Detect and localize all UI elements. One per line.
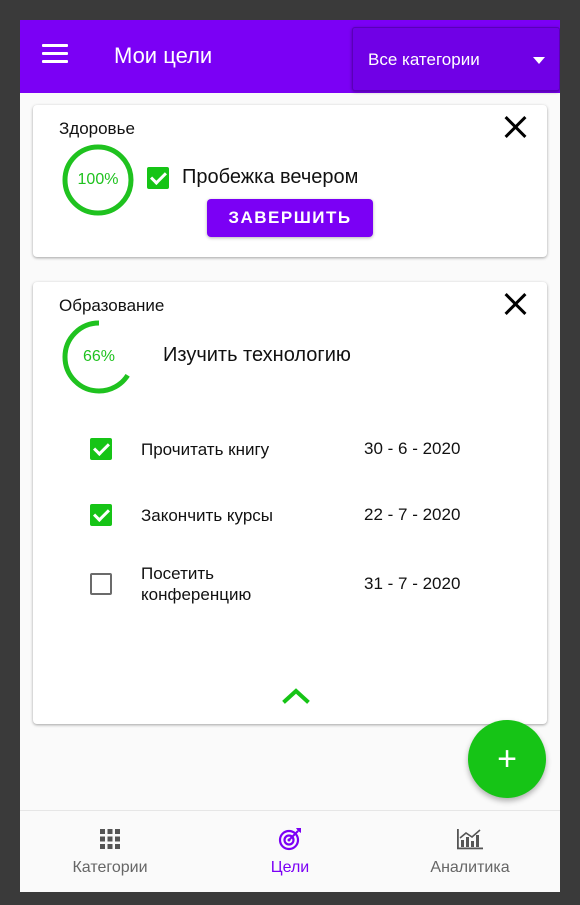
app-bar: Мои цели Все категории [20, 20, 560, 93]
target-icon [278, 828, 301, 851]
subtask-label: Посетить конференцию [141, 563, 251, 605]
goal-category-label: Здоровье [59, 119, 135, 138]
progress-ring: 66% [61, 319, 137, 395]
bottom-navigation: Категории Цели Аналитика [20, 810, 560, 892]
nav-item-label: Аналитика [430, 859, 510, 876]
subtask-date: 30 - 6 - 2020 [364, 439, 461, 458]
dropdown-arrow-icon [533, 57, 545, 64]
subtask-checkbox[interactable] [90, 504, 112, 526]
page-title: Мои цели [114, 43, 213, 68]
subtask-checkbox[interactable] [90, 573, 112, 595]
close-icon[interactable] [503, 292, 527, 316]
nav-item-goals[interactable]: Цели [200, 811, 380, 892]
close-icon[interactable] [503, 115, 527, 139]
finish-button[interactable]: ЗАВЕРШИТЬ [207, 199, 373, 237]
chevron-up-icon[interactable] [282, 688, 310, 704]
nav-item-label: Категории [72, 859, 148, 876]
goal-card-education: Образование 66% Изучить технологию Прочи… [33, 282, 547, 724]
chart-icon [457, 829, 483, 850]
subtask-label: Закончить курсы [141, 506, 274, 525]
subtask-date: 31 - 7 - 2020 [364, 574, 461, 593]
category-filter-value: Все категории [368, 50, 480, 69]
nav-item-label: Цели [270, 859, 310, 876]
goal-category-label: Образование [59, 296, 165, 315]
goal-title: Изучить технологию [163, 344, 351, 366]
nav-item-analytics[interactable]: Аналитика [380, 811, 560, 892]
nav-item-categories[interactable]: Категории [20, 811, 200, 892]
app-screen: Мои цели Все категории Здоровье 100% Про… [20, 20, 560, 892]
progress-percent: 100% [77, 171, 119, 188]
subtask-checkbox[interactable] [90, 438, 112, 460]
grid-icon [100, 829, 120, 849]
progress-ring: 100% [61, 143, 135, 217]
subtask-date: 22 - 7 - 2020 [364, 505, 461, 524]
subtask-label-line: Посетить [141, 564, 214, 583]
category-filter-dropdown[interactable]: Все категории [352, 27, 560, 91]
progress-percent: 66% [82, 348, 116, 365]
add-goal-button[interactable]: + [468, 720, 546, 798]
menu-icon[interactable] [42, 44, 68, 66]
subtask-label-line: конференцию [141, 585, 252, 604]
subtask-label: Прочитать книгу [141, 440, 270, 459]
goal-title: Пробежка вечером [182, 166, 359, 188]
goal-checkbox[interactable] [147, 167, 169, 189]
goal-card-health: Здоровье 100% Пробежка вечером ЗАВЕРШИТЬ [33, 105, 547, 257]
